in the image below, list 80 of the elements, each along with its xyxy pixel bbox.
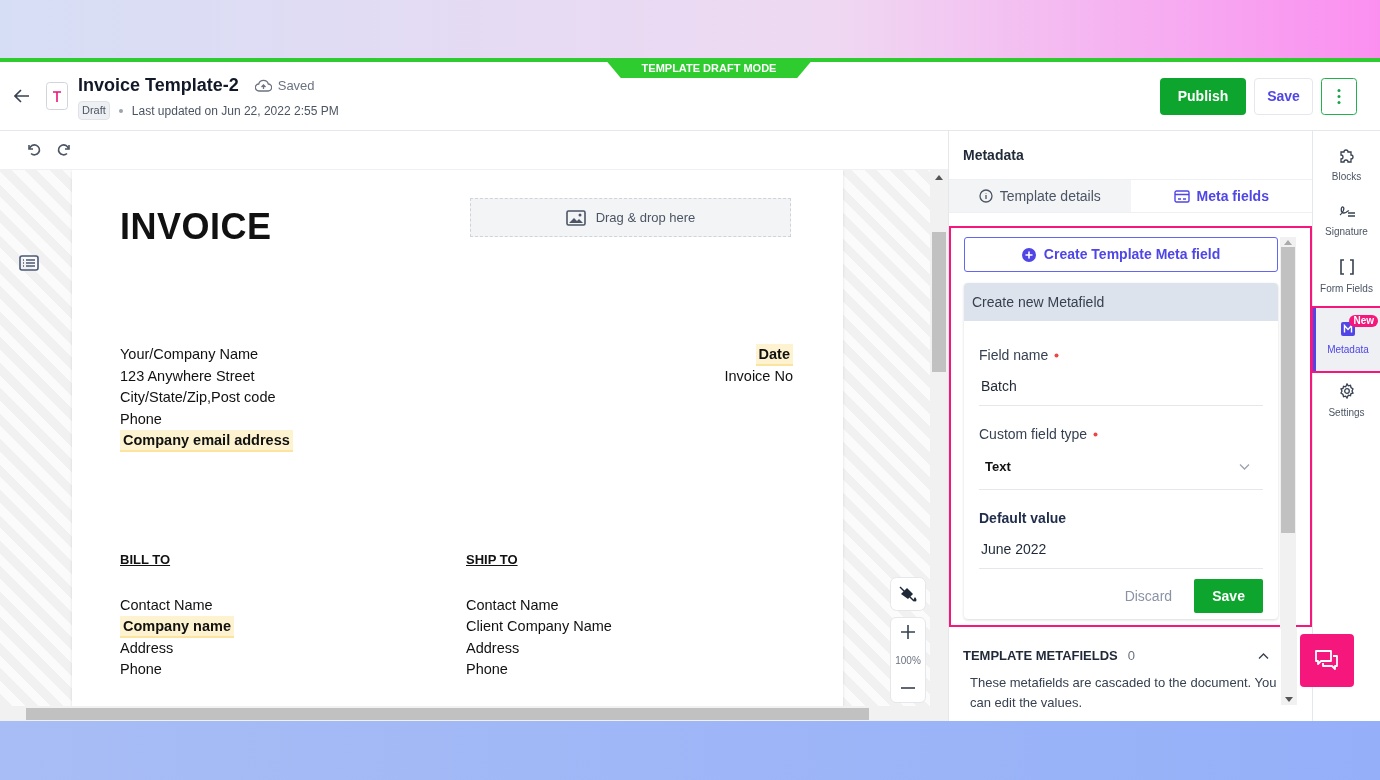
scroll-up-icon[interactable] [935, 175, 943, 180]
form-title: Create new Metafield [964, 283, 1279, 321]
address-line: Client Company Name [466, 617, 612, 636]
address-line: Your/Company Name [120, 345, 260, 364]
brackets-icon [1339, 259, 1354, 275]
section-title: TEMPLATE METAFIELDS [963, 647, 1118, 665]
address-line: Contact Name [466, 595, 560, 615]
field-label: Custom field type [979, 425, 1088, 444]
placeholder-field[interactable]: Company name [120, 616, 234, 638]
rail-item[interactable]: Blocks [1313, 147, 1380, 184]
metadata-icon [1341, 322, 1355, 336]
metafield-count: 0 [1127, 647, 1136, 665]
invoice-heading: INVOICE [120, 205, 272, 249]
dropdown[interactable]: Text [979, 445, 1264, 490]
input-field[interactable]: June 2022 [979, 529, 1264, 569]
puzzle-icon [1338, 147, 1355, 163]
scroll-down-icon[interactable] [1285, 697, 1293, 702]
required-icon [1093, 432, 1099, 437]
scroll-thumb[interactable] [1281, 247, 1296, 533]
section-heading: BILL TO [120, 551, 172, 569]
back-arrow-icon[interactable] [14, 89, 30, 103]
new-badge: New [1349, 315, 1378, 327]
rail-item[interactable]: Signature [1313, 204, 1380, 239]
scroll-thumb[interactable] [932, 232, 946, 372]
scrollbar[interactable] [930, 170, 948, 706]
plus-circle-icon [1021, 247, 1036, 262]
drop-zone-label: Drag & drop here [595, 208, 696, 227]
scrollbar[interactable] [1280, 237, 1296, 629]
chevron-up-icon[interactable] [1258, 652, 1269, 659]
zoom-in-icon[interactable] [900, 624, 916, 640]
rail-label: Signature [1325, 225, 1368, 239]
scroll-thumb[interactable] [26, 707, 869, 720]
rail-label: Settings [1328, 406, 1365, 420]
address-line: Address [120, 638, 175, 658]
panel-title: Metadata [962, 145, 1025, 165]
address-line: Address [466, 638, 521, 658]
image-icon [565, 209, 586, 226]
undo-icon[interactable] [26, 142, 42, 158]
status-badge: Draft [78, 101, 110, 120]
rail-label: Metadata [1327, 343, 1369, 357]
section-heading: SHIP TO [466, 551, 519, 569]
address-line: Phone [120, 660, 163, 679]
field-label: Field name [979, 346, 1049, 365]
save-button[interactable]: Save [1254, 77, 1313, 115]
settings-icon [1338, 383, 1355, 399]
signature-icon [1337, 204, 1356, 218]
chat-icon[interactable] [1300, 634, 1354, 687]
address-line: City/State/Zip,Post code [120, 388, 277, 407]
more-options-icon[interactable] [1321, 77, 1357, 115]
image-drop-zone[interactable]: Drag & drop here [470, 198, 791, 237]
scrollbar[interactable] [1281, 627, 1297, 705]
rail-label: Form Fields [1320, 282, 1373, 296]
required-icon [1054, 353, 1060, 358]
last-updated: Last updated on Jun 22, 2022 2:55 PM [131, 102, 339, 120]
address-line: Contact Name [120, 595, 214, 615]
rail-item[interactable]: Settings [1313, 383, 1380, 420]
redo-icon[interactable] [56, 142, 72, 158]
address-line: Phone [466, 660, 509, 679]
section-description: These metafields are cascaded to the document. You can edit the values. [969, 673, 1278, 712]
card-icon [1173, 189, 1190, 203]
create-meta-field-button[interactable]: Create Template Meta field [964, 237, 1279, 272]
panel-tab[interactable]: Template details [949, 180, 1131, 212]
address-line: Invoice No [724, 366, 793, 386]
placeholder-field[interactable]: Date [755, 344, 793, 366]
zoom-level: 100% [895, 653, 921, 668]
info-icon [978, 189, 993, 203]
rail-label: Blocks [1331, 170, 1362, 184]
chevron-down-icon [1239, 464, 1251, 470]
document-icon [46, 82, 68, 110]
rail-item[interactable]: Form Fields [1313, 259, 1380, 296]
input-field[interactable]: Batch [979, 366, 1264, 406]
placeholder-field[interactable]: Company email address [120, 430, 293, 452]
cloud-upload-icon [254, 79, 272, 93]
address-line: 123 Anywhere Street [120, 366, 256, 386]
field-label: Default value [979, 509, 1067, 528]
outline-icon[interactable] [19, 255, 39, 271]
address-line: Phone [120, 409, 163, 429]
template-title: Invoice Template-2 [78, 74, 239, 98]
scrollbar[interactable] [0, 706, 948, 721]
save-status: Saved [277, 77, 315, 95]
